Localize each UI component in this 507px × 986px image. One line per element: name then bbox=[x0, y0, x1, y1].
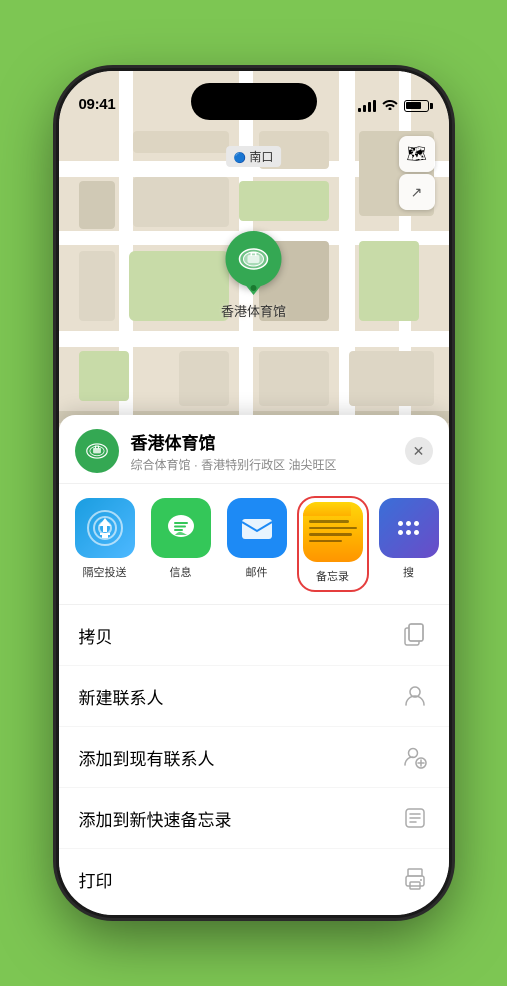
more-label: 搜 bbox=[403, 564, 414, 580]
action-quick-note[interactable]: 添加到新快速备忘录 bbox=[59, 788, 449, 849]
action-list: 拷贝 新建联系人 bbox=[59, 605, 449, 909]
share-row: 隔空投送 信息 bbox=[59, 484, 449, 605]
print-label: 打印 bbox=[79, 867, 113, 892]
sheet-header: 香港体育馆 综合体育馆 · 香港特别行政区 油尖旺区 ✕ bbox=[59, 415, 449, 484]
venue-name: 香港体育馆 bbox=[131, 429, 393, 454]
mail-icon bbox=[227, 498, 287, 558]
action-add-contact[interactable]: 添加到现有联系人 bbox=[59, 727, 449, 788]
share-mail[interactable]: 邮件 bbox=[223, 498, 291, 590]
mail-label: 邮件 bbox=[246, 564, 268, 580]
nav-label: 🔵 南口 bbox=[226, 146, 282, 167]
messages-label: 信息 bbox=[170, 564, 192, 580]
layers-button[interactable]: 🗺 bbox=[399, 136, 435, 172]
action-copy[interactable]: 拷贝 bbox=[59, 605, 449, 666]
venue-desc: 综合体育馆 · 香港特别行政区 油尖旺区 bbox=[131, 456, 393, 473]
airdrop-label: 隔空投送 bbox=[83, 564, 127, 580]
venue-icon bbox=[75, 429, 119, 473]
pin-circle bbox=[225, 231, 281, 287]
action-new-contact[interactable]: 新建联系人 bbox=[59, 666, 449, 727]
phone-frame: 09:41 bbox=[59, 71, 449, 915]
add-contact-icon bbox=[401, 743, 429, 771]
new-contact-icon bbox=[401, 682, 429, 710]
print-icon bbox=[401, 865, 429, 893]
status-time: 09:41 bbox=[79, 96, 116, 113]
location-arrow-icon: ↗ bbox=[411, 184, 423, 201]
copy-icon bbox=[401, 621, 429, 649]
messages-icon bbox=[151, 498, 211, 558]
layers-icon: 🗺 bbox=[406, 144, 426, 164]
quick-note-icon bbox=[401, 804, 429, 832]
share-airdrop[interactable]: 隔空投送 bbox=[71, 498, 139, 590]
notes-icon bbox=[303, 502, 363, 562]
stadium-pin[interactable]: 香港体育馆 bbox=[221, 231, 286, 320]
new-contact-label: 新建联系人 bbox=[79, 684, 164, 709]
signal-icon bbox=[358, 100, 376, 112]
location-button[interactable]: ↗ bbox=[399, 174, 435, 210]
airdrop-icon bbox=[75, 498, 135, 558]
notes-label: 备忘录 bbox=[316, 568, 349, 584]
venue-info: 香港体育馆 综合体育馆 · 香港特别行政区 油尖旺区 bbox=[131, 429, 393, 473]
map-controls: 🗺 ↗ bbox=[399, 136, 435, 210]
more-icon bbox=[379, 498, 439, 558]
share-more[interactable]: 搜 bbox=[375, 498, 443, 590]
add-contact-label: 添加到现有联系人 bbox=[79, 745, 215, 770]
copy-label: 拷贝 bbox=[79, 623, 113, 648]
close-button[interactable]: ✕ bbox=[405, 437, 433, 465]
battery-icon bbox=[404, 100, 429, 112]
dynamic-island bbox=[191, 83, 317, 120]
status-icons bbox=[358, 98, 429, 113]
quick-note-label: 添加到新快速备忘录 bbox=[79, 806, 232, 831]
wifi-icon bbox=[382, 98, 398, 113]
bottom-sheet: 香港体育馆 综合体育馆 · 香港特别行政区 油尖旺区 ✕ bbox=[59, 415, 449, 915]
share-messages[interactable]: 信息 bbox=[147, 498, 215, 590]
venue-pin-label: 香港体育馆 bbox=[221, 301, 286, 320]
share-notes[interactable]: 备忘录 bbox=[299, 498, 367, 590]
action-print[interactable]: 打印 bbox=[59, 849, 449, 909]
